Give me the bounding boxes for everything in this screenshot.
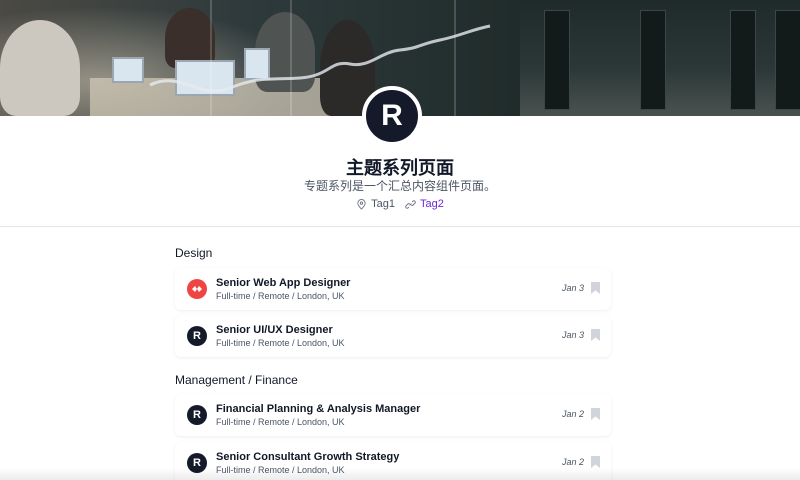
bookmark-icon[interactable] (591, 329, 600, 341)
link-icon (405, 199, 416, 209)
job-title: Senior Web App Designer (216, 277, 351, 289)
company-logo-icon: R (187, 405, 207, 425)
job-meta: Full-time / Remote / London, UK (216, 291, 345, 301)
job-title: Senior UI/UX Designer (216, 324, 333, 336)
location-pin-icon (357, 198, 366, 210)
bookmark-icon[interactable] (591, 282, 600, 294)
tag-location[interactable]: Tag1 (356, 198, 395, 210)
job-card[interactable]: R Senior UI/UX Designer Full-time / Remo… (175, 315, 611, 357)
section-title-design: Design (175, 246, 213, 260)
tag-label: Tag2 (420, 198, 444, 210)
job-meta: Full-time / Remote / London, UK (216, 338, 345, 348)
job-title: Financial Planning & Analysis Manager (216, 403, 421, 415)
job-title: Senior Consultant Growth Strategy (216, 451, 400, 463)
company-logo-icon (187, 279, 207, 299)
avatar-letter: R (381, 99, 403, 132)
header-divider (0, 226, 800, 227)
page-subtitle: 专题系列是一个汇总内容组件页面。 (303, 179, 496, 193)
job-date: Jan 3 (561, 283, 584, 293)
company-logo-icon: R (187, 326, 207, 346)
job-card[interactable]: Senior Web App Designer Full-time / Remo… (175, 268, 611, 310)
tag-label: Tag1 (371, 198, 395, 210)
section-title-management-finance: Management / Finance (175, 373, 298, 387)
job-card[interactable]: R Financial Planning & Analysis Manager … (175, 394, 611, 436)
job-date: Jan 2 (561, 409, 584, 419)
bookmark-icon[interactable] (591, 456, 600, 468)
job-meta: Full-time / Remote / London, UK (216, 417, 345, 427)
job-date: Jan 2 (561, 457, 584, 467)
bookmark-icon[interactable] (591, 408, 600, 420)
avatar: R (362, 86, 422, 146)
job-date: Jan 3 (561, 330, 584, 340)
tag-list: Tag1 Tag2 (0, 198, 800, 210)
tag-link[interactable]: Tag2 (405, 198, 444, 210)
bottom-fade (0, 468, 800, 480)
